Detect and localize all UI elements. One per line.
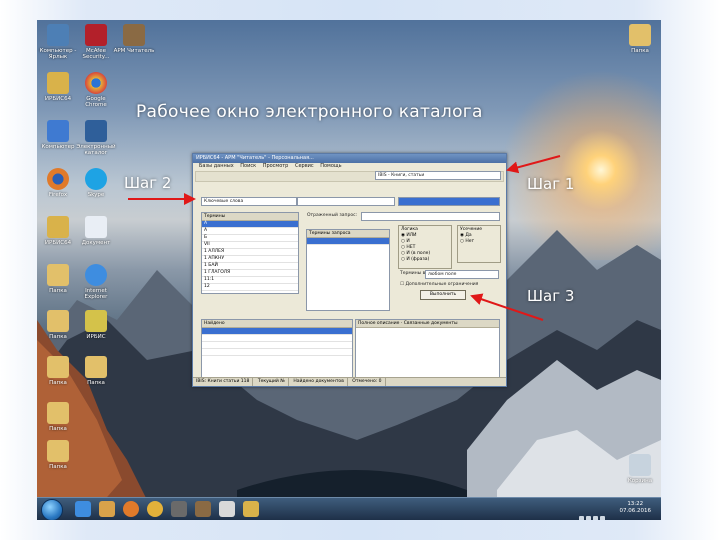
annotation-arrows <box>128 155 561 321</box>
arrow-step-3 <box>470 293 544 321</box>
arrow-step-1 <box>506 155 561 174</box>
